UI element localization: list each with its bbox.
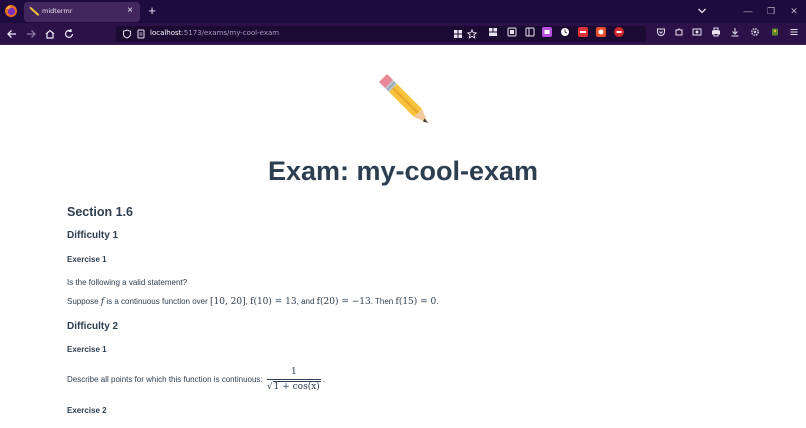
math-f10: f(10) = 13 — [250, 297, 297, 307]
url-text[interactable]: localhost:5173/exams/my-cool-exam — [150, 29, 279, 37]
statement-text: . — [436, 297, 439, 306]
difficulty-2-exercise-2-heading: Exercise 2 — [67, 406, 107, 415]
url-path: :5173/exams/my-cool-exam — [181, 29, 280, 37]
page-content: Exam: my-cool-exam Section 1.6 Difficult… — [0, 46, 806, 428]
window-close-button[interactable]: ✕ — [787, 4, 801, 18]
tab-bar: midtermr × + — ❐ ✕ — [0, 0, 806, 23]
grid-extension-icon[interactable] — [453, 29, 463, 39]
math-interval: [10, 20] — [210, 297, 246, 307]
math-fraction: 1 √1 + cos(x) — [266, 367, 321, 393]
section-heading: Section 1.6 — [67, 205, 133, 219]
sqrt-symbol: √ — [266, 382, 273, 392]
list-all-tabs-icon[interactable] — [696, 5, 708, 17]
statement-text: , and — [296, 297, 317, 306]
sqrt-radicand: 1 + cos(x) — [272, 381, 321, 392]
math-f20: f(20) = −13 — [316, 297, 371, 307]
new-tab-button[interactable]: + — [145, 3, 159, 19]
bookmark-star-icon[interactable] — [467, 29, 477, 39]
download-icon[interactable] — [730, 27, 740, 37]
pencil-favicon-icon — [29, 6, 40, 17]
home-icon[interactable] — [43, 27, 57, 41]
navigation-toolbar: localhost:5173/exams/my-cool-exam — [0, 23, 806, 45]
shield-icon[interactable] — [122, 29, 132, 39]
difficulty-1-exercise-1-heading: Exercise 1 — [67, 255, 107, 264]
difficulty-1-heading: Difficulty 1 — [67, 230, 119, 241]
math-f15: f(15) = 0 — [395, 297, 437, 307]
back-icon[interactable] — [5, 27, 19, 41]
extension-tabs-icon[interactable] — [488, 27, 498, 37]
print-icon[interactable] — [711, 27, 721, 37]
extension-reader-icon[interactable] — [507, 27, 517, 37]
hamburger-menu-icon[interactable] — [789, 27, 799, 37]
d1-ex1-question: Is the following a valid statement? — [67, 278, 188, 287]
statement-text: Suppose — [67, 297, 101, 306]
page-title: Exam: my-cool-exam — [267, 156, 539, 186]
extensions-puzzle-icon[interactable] — [674, 27, 684, 37]
screenshot-icon[interactable] — [692, 27, 702, 37]
tab-title: midtermr — [42, 7, 73, 15]
tab-close-icon[interactable]: × — [124, 5, 136, 17]
fraction-denominator: √1 + cos(x) — [267, 380, 321, 393]
extension-orange-icon[interactable] — [596, 27, 606, 37]
extension-sidebar-icon[interactable] — [525, 27, 535, 37]
d1-ex1-statement: Suppose f is a continuous function over … — [67, 297, 439, 307]
difficulty-2-exercise-1-heading: Exercise 1 — [67, 345, 107, 354]
statement-text: is a continuous function over — [104, 297, 210, 306]
tab-midtermr[interactable]: midtermr × — [24, 2, 140, 22]
d2-ex1-prompt: Describe all points for which this funct… — [67, 375, 265, 385]
extension-stop-icon[interactable] — [614, 27, 624, 37]
fraction-numerator: 1 — [266, 367, 321, 380]
extension-timer-icon[interactable] — [560, 27, 570, 37]
account-icon[interactable] — [770, 27, 780, 37]
window-minimize-button[interactable]: — — [741, 4, 755, 18]
forward-icon[interactable] — [24, 27, 38, 41]
url-host: localhost — [150, 29, 182, 37]
d2-ex1-end: . — [322, 375, 326, 385]
firefox-menu-icon[interactable] — [4, 4, 18, 18]
window-restore-button[interactable]: ❐ — [764, 4, 778, 18]
d2-ex1-text: Describe all points for which this funct… — [67, 367, 325, 393]
pencil-logo-icon — [379, 74, 428, 123]
statement-text: . Then — [370, 297, 396, 306]
page-info-icon[interactable] — [136, 29, 146, 39]
difficulty-2-heading: Difficulty 2 — [67, 321, 119, 332]
reload-icon[interactable] — [62, 27, 76, 41]
extension-purple-icon[interactable] — [542, 27, 552, 37]
settings-gear-icon[interactable] — [750, 27, 760, 37]
pocket-icon[interactable] — [656, 27, 666, 37]
extension-red-icon[interactable] — [578, 27, 588, 37]
